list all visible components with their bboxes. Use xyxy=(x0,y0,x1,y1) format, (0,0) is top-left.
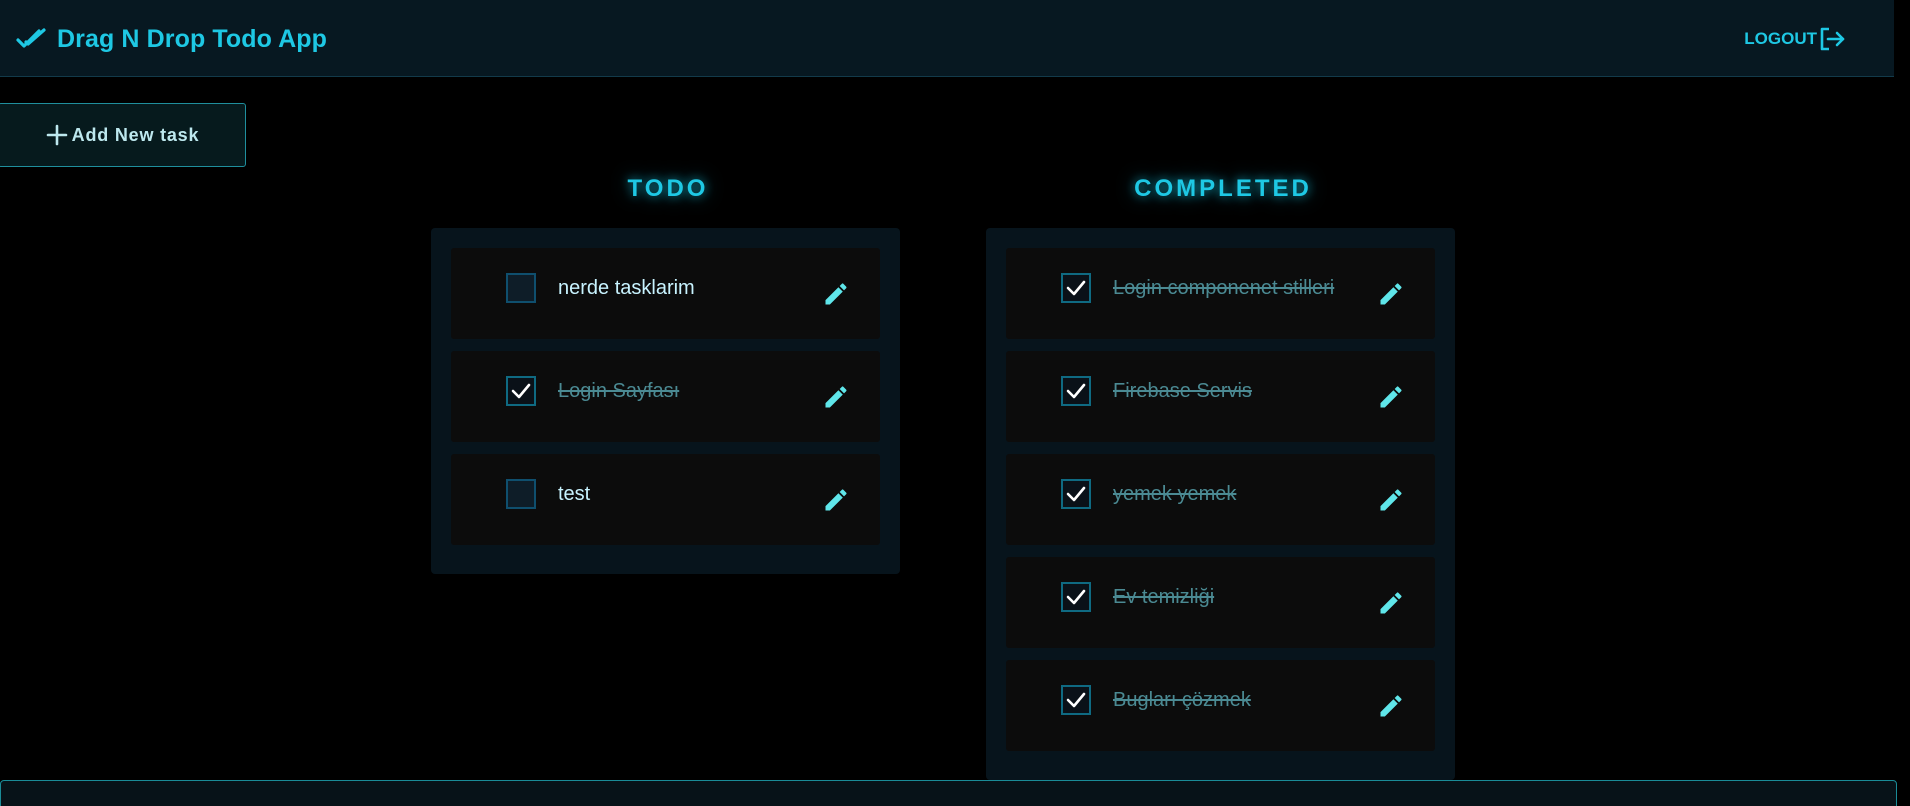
todo-column-title: TODO xyxy=(627,175,709,202)
add-new-task-label: Add New task xyxy=(71,124,200,145)
app-title: Drag N Drop Todo App xyxy=(57,24,328,53)
pencil-icon[interactable] xyxy=(1377,383,1405,411)
double-check-icon xyxy=(15,23,47,55)
task-checkbox[interactable] xyxy=(1061,685,1091,715)
check-icon xyxy=(1065,689,1087,711)
pencil-icon[interactable] xyxy=(822,280,850,308)
pencil-icon[interactable] xyxy=(1377,589,1405,617)
logout-label: LOGOUT xyxy=(1744,29,1817,48)
task-checkbox[interactable] xyxy=(1061,479,1091,509)
pencil-icon[interactable] xyxy=(1377,280,1405,308)
task-checkbox[interactable] xyxy=(1061,376,1091,406)
task-card[interactable]: Login Sayfası xyxy=(451,351,880,442)
pencil-icon[interactable] xyxy=(822,486,850,514)
task-text: Login componenet stilleri xyxy=(1113,277,1335,299)
task-text: test xyxy=(558,483,591,505)
pencil-icon[interactable] xyxy=(822,383,850,411)
task-text: yemek yemek xyxy=(1113,483,1237,505)
check-icon xyxy=(1065,586,1087,608)
task-card[interactable]: Ev temizliği xyxy=(1006,557,1435,648)
logout-icon xyxy=(1817,24,1847,54)
task-card[interactable]: Bugları çözmek xyxy=(1006,660,1435,751)
check-icon xyxy=(1065,380,1087,402)
task-card[interactable]: test xyxy=(451,454,880,545)
check-icon xyxy=(1065,277,1087,299)
check-icon xyxy=(510,380,532,402)
task-checkbox[interactable] xyxy=(506,376,536,406)
task-checkbox[interactable] xyxy=(506,273,536,303)
pencil-icon[interactable] xyxy=(1377,692,1405,720)
plus-icon xyxy=(45,123,69,147)
logout-button[interactable]: LOGOUT xyxy=(1744,24,1847,54)
bottom-bar xyxy=(0,780,1897,806)
task-card[interactable]: yemek yemek xyxy=(1006,454,1435,545)
pencil-icon[interactable] xyxy=(1377,486,1405,514)
task-text: nerde tasklarim xyxy=(558,277,695,299)
task-checkbox[interactable] xyxy=(1061,273,1091,303)
task-card[interactable]: nerde tasklarim xyxy=(451,248,880,339)
todo-column[interactable]: nerde tasklarim Login Sayfası test xyxy=(431,228,900,574)
task-text: Ev temizliği xyxy=(1113,586,1215,608)
task-checkbox[interactable] xyxy=(1061,582,1091,612)
completed-column-title: COMPLETED xyxy=(1134,175,1312,202)
app-bar: Drag N Drop Todo App LOGOUT xyxy=(0,0,1894,77)
page: Drag N Drop Todo App LOGOUT Add New task… xyxy=(0,0,1910,806)
completed-column[interactable]: Login componenet stilleri Firebase Servi… xyxy=(986,228,1455,780)
brand: Drag N Drop Todo App xyxy=(15,19,327,59)
task-checkbox[interactable] xyxy=(506,479,536,509)
task-text: Firebase Servis xyxy=(1113,380,1252,402)
check-icon xyxy=(1065,483,1087,505)
add-new-task-button[interactable]: Add New task xyxy=(0,103,246,167)
task-text: Bugları çözmek xyxy=(1113,689,1251,711)
task-card[interactable]: Firebase Servis xyxy=(1006,351,1435,442)
task-text: Login Sayfası xyxy=(558,380,680,402)
task-card[interactable]: Login componenet stilleri xyxy=(1006,248,1435,339)
